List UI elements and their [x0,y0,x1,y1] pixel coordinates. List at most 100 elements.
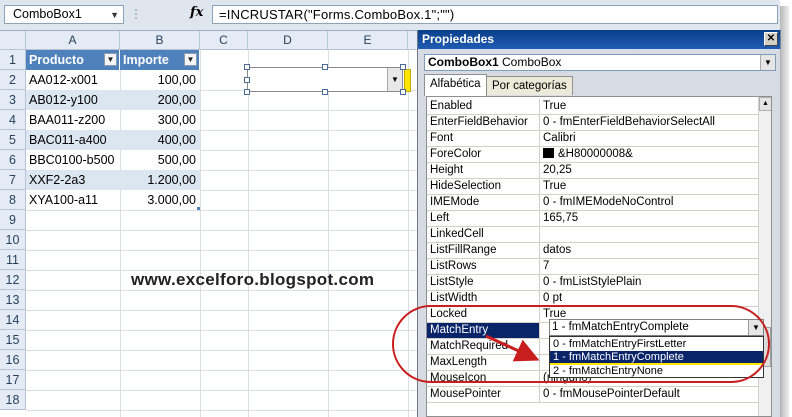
resize-handle[interactable] [400,64,406,70]
table-cell-product[interactable]: XYA100-a11 [26,190,120,210]
row-header[interactable]: 13 [0,290,26,310]
property-row[interactable]: Left 165,75 [427,211,758,227]
property-value[interactable]: 0 pt [541,291,758,306]
property-row[interactable]: MousePointer 0 - fmMousePointerDefault [427,387,758,403]
row-header[interactable]: 12 [0,270,26,290]
row-header[interactable]: 8 [0,190,26,210]
property-value[interactable]: 0 - fmMousePointerDefault [541,387,758,402]
resize-handle[interactable] [322,64,328,70]
property-row[interactable]: HideSelection True [427,179,758,195]
property-row[interactable]: Enabled True [427,99,758,115]
column-header-d[interactable]: D [248,31,328,50]
row-header[interactable]: 17 [0,370,26,390]
scroll-up-icon[interactable]: ▲ [759,97,771,111]
filter-dropdown-icon[interactable]: ▼ [184,53,197,66]
table-cell-amount[interactable]: 3.000,00 [120,190,200,210]
property-value[interactable]: 7 [541,259,758,274]
property-value[interactable]: 0 - fmListStylePlain [541,275,758,290]
row-header[interactable]: 7 [0,170,26,190]
table-header-importe[interactable]: Importe ▼ [120,50,200,70]
row-header[interactable]: 9 [0,210,26,230]
property-value[interactable]: 20,25 [541,163,758,178]
resize-handle[interactable] [400,89,406,95]
chevron-down-icon[interactable]: ▼ [760,55,775,70]
filter-dropdown-icon[interactable]: ▼ [104,53,117,66]
forecolor-value: &H80000008& [558,148,633,160]
name-box[interactable]: ComboBox1 ▼ [4,5,124,24]
table-cell-product[interactable]: XXF2-2a3 [26,170,120,190]
formula-input[interactable]: =INCRUSTAR("Forms.ComboBox.1";"") [212,5,778,24]
gridline [26,250,420,251]
insert-function-button[interactable]: fx [190,5,203,20]
resize-handle[interactable] [244,89,250,95]
window-shadow [780,6,789,417]
property-row[interactable]: Font Calibri [427,131,758,147]
table-cell-product[interactable]: BAA011-z200 [26,110,120,130]
row-header[interactable]: 14 [0,310,26,330]
property-row[interactable]: ListStyle 0 - fmListStylePlain [427,275,758,291]
column-header-e[interactable]: E [328,31,408,50]
resize-handle[interactable] [244,77,250,83]
tab-alfabetica[interactable]: Alfabética [424,74,487,96]
property-value[interactable]: 0 - fmEnterFieldBehaviorSelectAll [541,115,758,130]
gridline [26,230,420,231]
row-header[interactable]: 10 [0,230,26,250]
property-name: Font [427,131,540,146]
row-header[interactable]: 15 [0,330,26,350]
property-row[interactable]: ListRows 7 [427,259,758,275]
row-header[interactable]: 4 [0,110,26,130]
table-cell-product[interactable]: AA012-x001 [26,70,120,90]
chevron-down-icon[interactable]: ▼ [110,7,119,24]
table-cell-amount[interactable]: 200,00 [120,90,200,110]
column-header-a[interactable]: A [26,31,120,50]
row-header[interactable]: 5 [0,130,26,150]
table-resize-handle[interactable] [197,207,200,210]
gridline [200,50,201,417]
row-header[interactable]: 6 [0,150,26,170]
column-header-c[interactable]: C [200,31,248,50]
row-header[interactable]: 1 [0,50,26,70]
property-name: ListStyle [427,275,540,290]
tab-por-categorias[interactable]: Por categorías [486,76,573,95]
property-value[interactable]: &H80000008& [541,147,758,162]
name-box-value: ComboBox1 [13,7,82,21]
row-header[interactable]: 18 [0,390,26,410]
table-cell-amount[interactable]: 500,00 [120,150,200,170]
watermark-text: www.excelforo.blogspot.com [131,270,375,289]
row-header[interactable]: 3 [0,90,26,110]
table-cell-amount[interactable]: 1.200,00 [120,170,200,190]
property-value[interactable]: datos [541,243,758,258]
object-selector[interactable]: ComboBox1 ComboBox ▼ [424,54,776,71]
property-value[interactable]: True [541,179,758,194]
table-cell-amount[interactable]: 400,00 [120,130,200,150]
row-header[interactable]: 2 [0,70,26,90]
property-value[interactable] [541,227,758,242]
property-name: MousePointer [427,387,540,402]
resize-handle[interactable] [244,64,250,70]
property-row[interactable]: IMEMode 0 - fmIMEModeNoControl [427,195,758,211]
property-row[interactable]: Height 20,25 [427,163,758,179]
row-header[interactable]: 16 [0,350,26,370]
chevron-down-icon[interactable]: ▼ [387,68,402,91]
property-row[interactable]: EnterFieldBehavior 0 - fmEnterFieldBehav… [427,115,758,131]
property-value[interactable]: Calibri [541,131,758,146]
table-cell-product[interactable]: BBC0100-b500 [26,150,120,170]
property-value[interactable]: 165,75 [541,211,758,226]
property-value[interactable]: 0 - fmIMEModeNoControl [541,195,758,210]
row-header[interactable]: 11 [0,250,26,270]
table-cell-amount[interactable]: 300,00 [120,110,200,130]
resize-handle[interactable] [322,89,328,95]
object-name: ComboBox1 [428,55,499,69]
column-header-b[interactable]: B [120,31,200,50]
property-row[interactable]: ForeColor &H80000008& [427,147,758,163]
table-header-producto[interactable]: Producto ▼ [26,50,120,70]
gridline [26,210,420,211]
table-cell-product[interactable]: AB012-y100 [26,90,120,110]
table-cell-product[interactable]: BAC011-a400 [26,130,120,150]
table-cell-amount[interactable]: 100,00 [120,70,200,90]
property-row[interactable]: LinkedCell [427,227,758,243]
close-icon[interactable]: ✕ [764,32,778,46]
property-value[interactable]: True [541,99,758,114]
select-all-corner[interactable] [0,31,26,50]
property-row[interactable]: ListFillRange datos [427,243,758,259]
